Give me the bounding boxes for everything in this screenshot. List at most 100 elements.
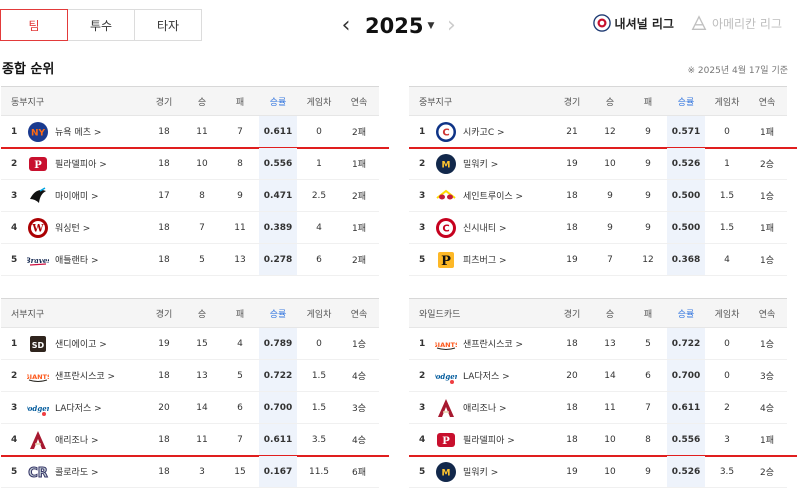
nationals-logo-icon: W xyxy=(27,217,49,239)
wins: 14 xyxy=(196,402,208,413)
header-pct[interactable]: 승률 xyxy=(259,299,297,327)
svg-text:P: P xyxy=(34,160,42,171)
wins: 14 xyxy=(604,370,616,381)
header-gb[interactable]: 게임차 xyxy=(705,307,749,320)
tab-pitcher[interactable]: 투수 xyxy=(67,9,135,41)
svg-text:NY: NY xyxy=(31,128,46,138)
header-pct[interactable]: 승률 xyxy=(667,87,705,115)
header-wins[interactable]: 승 xyxy=(183,307,221,320)
team-link[interactable]: 애틀랜타 > xyxy=(55,253,99,266)
table-header: 동부지구 경기 승 패 승률 게임차 연속 xyxy=(1,86,379,116)
year-value[interactable]: 2025 xyxy=(365,14,423,38)
team-cell: P 필라델피아 > xyxy=(27,153,145,175)
svg-text:C: C xyxy=(442,127,449,138)
header-gb[interactable]: 게임차 xyxy=(705,95,749,108)
wins: 3 xyxy=(199,466,205,477)
brewers-logo-icon: M xyxy=(435,153,457,175)
svg-text:C: C xyxy=(442,223,449,234)
win-pct: 0.278 xyxy=(259,244,297,275)
header-streak[interactable]: 연속 xyxy=(749,307,785,320)
games: 18 xyxy=(566,190,578,201)
header-losses[interactable]: 패 xyxy=(221,307,259,320)
table-header: 중부지구 경기 승 패 승률 게임차 연속 xyxy=(409,86,787,116)
standings-table-east: 동부지구 경기 승 패 승률 게임차 연속 1 NY 뉴욕 메츠 >18 11 7 0.611 0 2패 2 P… xyxy=(1,86,389,276)
header-streak[interactable]: 연속 xyxy=(341,307,377,320)
year-dropdown-icon[interactable]: ▼ xyxy=(427,21,434,31)
header-games[interactable]: 경기 xyxy=(145,95,183,108)
header-gb[interactable]: 게임차 xyxy=(297,307,341,320)
team-cell: NY 뉴욕 메츠 > xyxy=(27,121,145,143)
team-link[interactable]: 피츠버그 > xyxy=(463,253,507,266)
wins: 9 xyxy=(607,222,613,233)
header-wins[interactable]: 승 xyxy=(591,95,629,108)
american-league-logo-icon xyxy=(691,15,707,30)
team-link[interactable]: 워싱턴 > xyxy=(55,221,90,234)
games: 18 xyxy=(158,158,170,169)
header-losses[interactable]: 패 xyxy=(629,307,667,320)
next-year-button[interactable]: › xyxy=(440,13,462,38)
team-link[interactable]: LA다저스 > xyxy=(463,369,510,382)
team-link[interactable]: 세인트루이스 > xyxy=(463,189,523,202)
team-cell: Dodgers LA다저스 > xyxy=(27,397,145,419)
games: 18 xyxy=(158,126,170,137)
standings-table-central: 중부지구 경기 승 패 승률 게임차 연속 1 C 시카고C > 21 12 9 0.571 0 1패 2 M 밀워… xyxy=(409,86,797,276)
streak: 4승 xyxy=(351,436,366,446)
games-behind: 1 xyxy=(316,158,322,169)
prev-year-button[interactable]: ‹ xyxy=(335,13,357,38)
header-pct[interactable]: 승률 xyxy=(667,299,705,327)
team-cell: Braves 애틀랜타 > xyxy=(27,249,145,271)
team-link[interactable]: 애리조나 > xyxy=(463,401,507,414)
games-behind: 11.5 xyxy=(308,466,330,477)
win-pct: 0.611 xyxy=(259,424,297,455)
team-link[interactable]: 뉴욕 메츠 > xyxy=(55,125,101,138)
rank: 5 xyxy=(11,254,18,265)
table-row: 3 애리조나 > 18 11 7 0.611 2 4승 xyxy=(409,392,787,424)
team-cell: W 워싱턴 > xyxy=(27,217,145,239)
rank: 2 xyxy=(11,158,18,169)
team-link[interactable]: 필라델피아 > xyxy=(463,433,515,446)
rank: 3 xyxy=(11,190,18,201)
league-national[interactable]: 내셔널 리그 xyxy=(592,14,674,32)
marlins-logo-icon xyxy=(27,185,49,207)
team-link[interactable]: 밀워키 > xyxy=(463,157,498,170)
team-link[interactable]: 샌디에이고 > xyxy=(55,337,107,350)
team-link[interactable]: 밀워키 > xyxy=(463,465,498,478)
team-link[interactable]: LA다저스 > xyxy=(55,401,102,414)
header-wins[interactable]: 승 xyxy=(591,307,629,320)
losses: 11 xyxy=(234,222,246,233)
team-link[interactable]: 샌프란시스코 > xyxy=(55,369,115,382)
tab-batter[interactable]: 타자 xyxy=(134,9,202,41)
team-link[interactable]: 신시내티 > xyxy=(463,221,507,234)
header-pct[interactable]: 승률 xyxy=(259,87,297,115)
losses: 8 xyxy=(645,434,651,445)
win-pct: 0.789 xyxy=(259,328,297,359)
team-link[interactable]: 애리조나 > xyxy=(55,433,99,446)
header-streak[interactable]: 연속 xyxy=(341,95,377,108)
header-games[interactable]: 경기 xyxy=(553,307,591,320)
division-name: 동부지구 xyxy=(11,97,45,108)
tab-team[interactable]: 팀 xyxy=(0,9,68,41)
header-gb[interactable]: 게임차 xyxy=(297,95,341,108)
header-losses[interactable]: 패 xyxy=(629,95,667,108)
svg-text:W: W xyxy=(31,223,44,234)
streak: 1승 xyxy=(351,340,366,350)
team-link[interactable]: 샌프란시스코 > xyxy=(463,337,523,350)
header-streak[interactable]: 연속 xyxy=(749,95,785,108)
giants-logo-icon: GIANTS xyxy=(435,333,457,355)
team-cell: SD 샌디에이고 > xyxy=(27,333,145,355)
team-link[interactable]: 필라델피아 > xyxy=(55,157,107,170)
streak: 1패 xyxy=(759,224,774,234)
streak: 1패 xyxy=(351,160,366,170)
losses: 6 xyxy=(645,370,651,381)
team-link[interactable]: 시카고C > xyxy=(463,125,505,138)
win-pct: 0.368 xyxy=(667,244,705,275)
header-losses[interactable]: 패 xyxy=(221,95,259,108)
team-link[interactable]: 콜로라도 > xyxy=(55,465,99,478)
games: 18 xyxy=(158,254,170,265)
header-games[interactable]: 경기 xyxy=(553,95,591,108)
games: 21 xyxy=(566,126,578,137)
league-american[interactable]: 아메리칸 리그 xyxy=(690,14,782,32)
team-link[interactable]: 마이애미 > xyxy=(55,189,99,202)
header-games[interactable]: 경기 xyxy=(145,307,183,320)
header-wins[interactable]: 승 xyxy=(183,95,221,108)
